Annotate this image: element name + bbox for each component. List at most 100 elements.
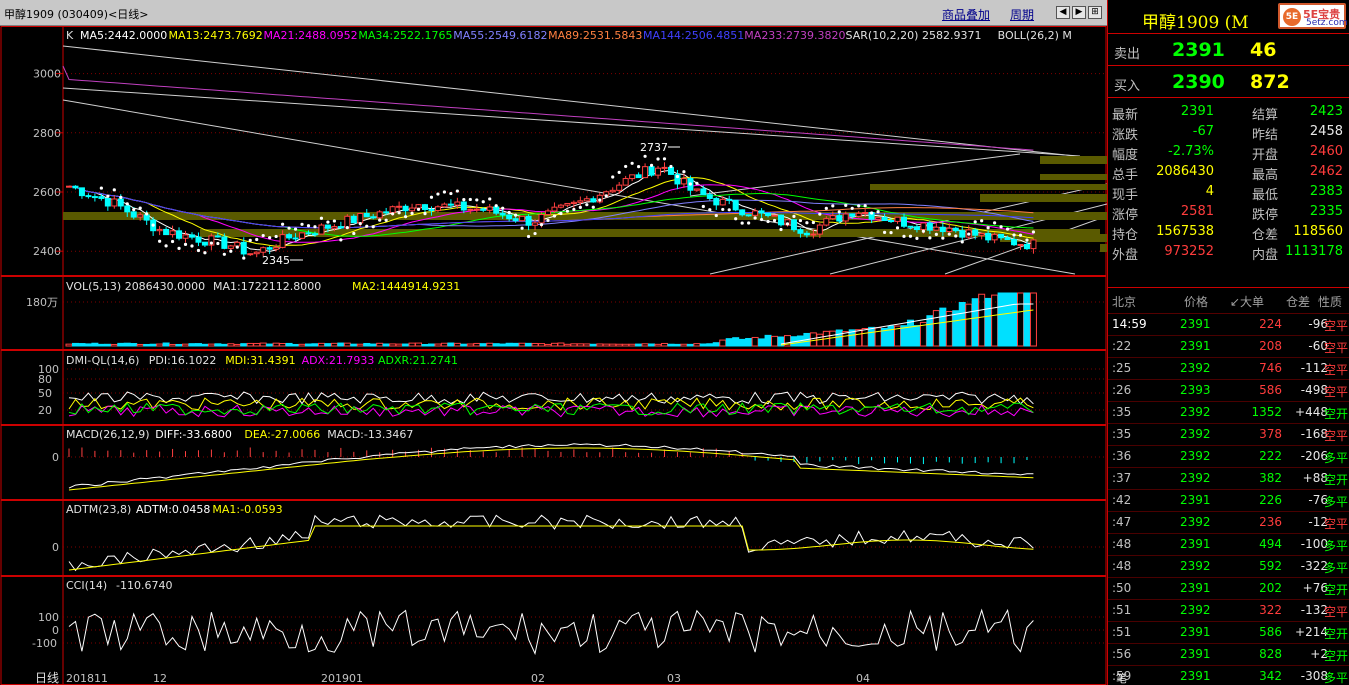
tick-row[interactable]: :50 2391 202 +76 空开 <box>1108 578 1349 600</box>
sar-dot <box>915 236 919 241</box>
candle-body <box>557 204 564 208</box>
sar-dot <box>539 222 544 227</box>
tick-row[interactable]: :36 2392 222 -206 多平 <box>1108 446 1349 468</box>
candle-body <box>266 247 273 250</box>
sar-dot <box>559 211 563 216</box>
stat-label: 最低 <box>1252 188 1279 203</box>
volume-bar <box>440 342 448 347</box>
tick-cell-p: 2392 <box>1180 559 1211 573</box>
sar-dot <box>268 236 272 240</box>
volume-bar <box>900 325 908 347</box>
volume-bar <box>706 343 714 347</box>
volume-bar <box>939 307 947 347</box>
candle-body <box>900 216 907 227</box>
volume-bar <box>932 310 940 347</box>
candle-body <box>933 226 940 231</box>
kline-chart-svg[interactable]: K MA5:2442.0000 MA13:2473.7692 MA21:2488.09… <box>0 26 1170 685</box>
logo-subtext: 5etz.com <box>1306 18 1348 28</box>
sar-dot <box>947 232 951 236</box>
site-logo: 5E 5E宝贵 5etz.com <box>1278 3 1348 29</box>
prev-icon[interactable]: ◀ <box>1056 6 1070 19</box>
sar-dot <box>798 218 803 223</box>
candle-body <box>1017 243 1024 246</box>
tick-row[interactable]: :35 2392 378 -168 空平 <box>1108 424 1349 446</box>
period-link[interactable]: 周期 <box>1010 6 1034 23</box>
stat-row: 涨跌 -67 昨结 2458 <box>1108 122 1349 143</box>
kline-chart-area[interactable]: K MA5:2442.0000 MA13:2473.7692 MA21:2488.09… <box>0 26 1170 685</box>
candle-body <box>163 228 170 236</box>
sar-dot <box>235 245 239 249</box>
stat-label: 结算 <box>1252 108 1279 123</box>
zoom-icon[interactable]: ⊞ <box>1088 6 1102 19</box>
volume-bar <box>207 343 215 347</box>
candle-body <box>570 201 577 204</box>
tick-cell-n: 空开 <box>1323 407 1348 421</box>
sar-dot <box>345 225 349 230</box>
tick-row[interactable]: :51 2391 586 +214 空开 <box>1108 622 1349 644</box>
stat-label: 持仓 <box>1112 228 1139 243</box>
tick-row[interactable]: :47 2392 236 -12 空平 <box>1108 512 1349 534</box>
volume-bar <box>389 343 397 347</box>
overlay-commodity-link[interactable]: 商品叠加 <box>942 6 990 23</box>
stat-value: 4 <box>1205 184 1214 199</box>
stat-row: 涨停 2581 跌停 2335 <box>1108 202 1349 223</box>
candle-body <box>622 178 629 186</box>
volume-bar <box>175 343 183 347</box>
tick-row[interactable]: :22 2391 208 -60 空平 <box>1108 336 1349 358</box>
candle-body <box>972 229 979 236</box>
candle-body <box>758 210 765 214</box>
next-icon[interactable]: ▶ <box>1072 6 1086 19</box>
volume-bar <box>356 343 364 347</box>
volume-bar <box>182 343 190 347</box>
tick-row[interactable]: :59 2391 342 -308 多平 <box>1108 666 1349 685</box>
dmi-axis-label: 20 <box>38 404 52 417</box>
sar-dot <box>759 217 764 222</box>
tick-cell-t: :56 <box>1112 647 1132 661</box>
tick-row[interactable]: :37 2392 382 +88 空开 <box>1108 468 1349 490</box>
tick-cell-t: :36 <box>1112 449 1132 463</box>
tick-cell-s: 226 <box>1259 493 1282 507</box>
candle-body <box>480 208 487 211</box>
volume-bar <box>285 342 293 347</box>
candle-body <box>544 210 551 216</box>
tick-cell-p: 2392 <box>1180 427 1211 441</box>
tick-cell-t: :22 <box>1112 339 1132 353</box>
vol-axis-label: 180万 <box>26 296 58 309</box>
candle-body <box>706 194 713 199</box>
candle-body <box>849 213 856 217</box>
volume-bar <box>292 343 300 347</box>
candle-body <box>467 208 474 211</box>
tick-row[interactable]: :48 2391 494 -100 多平 <box>1108 534 1349 556</box>
volume-bar <box>550 342 558 347</box>
sar-dot <box>993 221 997 225</box>
tick-row[interactable]: :25 2392 746 -112 空平 <box>1108 358 1349 380</box>
candle-body <box>875 216 882 220</box>
candle-body <box>286 234 293 239</box>
ticks-tab[interactable]: 笔 <box>1116 670 1127 685</box>
tick-row[interactable]: :42 2391 226 -76 多平 <box>1108 490 1349 512</box>
tick-row[interactable]: :56 2391 828 +2 空开 <box>1108 644 1349 666</box>
candle-body <box>486 206 493 211</box>
candle-body <box>98 196 105 199</box>
tick-row[interactable]: :48 2392 592 -322 多平 <box>1108 556 1349 578</box>
tick-cell-t: :35 <box>1112 405 1132 419</box>
sar-dot <box>520 226 524 230</box>
sar-dot <box>578 205 582 209</box>
sar-dot <box>423 212 427 216</box>
volume-bar <box>130 343 138 347</box>
volume-bar <box>117 342 125 347</box>
candle-body <box>978 232 985 236</box>
tick-row[interactable]: 14:59 2391 224 -96 空平 <box>1108 314 1349 336</box>
candle-body <box>350 215 357 224</box>
volume-bar <box>123 342 131 347</box>
tick-row[interactable]: :51 2392 322 -132 空平 <box>1108 600 1349 622</box>
candle-body <box>726 198 733 201</box>
volume-bar <box>660 342 668 347</box>
sar-dot <box>410 211 414 215</box>
tick-row[interactable]: :26 2393 586 -498 空平 <box>1108 380 1349 402</box>
tick-row[interactable]: :35 2392 1352 +448 空开 <box>1108 402 1349 424</box>
macd-legend-item: MACD:-13.3467 <box>327 428 413 441</box>
tick-cell-p: 2392 <box>1180 361 1211 375</box>
tick-list[interactable]: 14:59 2391 224 -96 空平:22 2391 208 -60 空平:25 2392 7… <box>1108 314 1349 685</box>
sar-dot <box>637 165 641 169</box>
